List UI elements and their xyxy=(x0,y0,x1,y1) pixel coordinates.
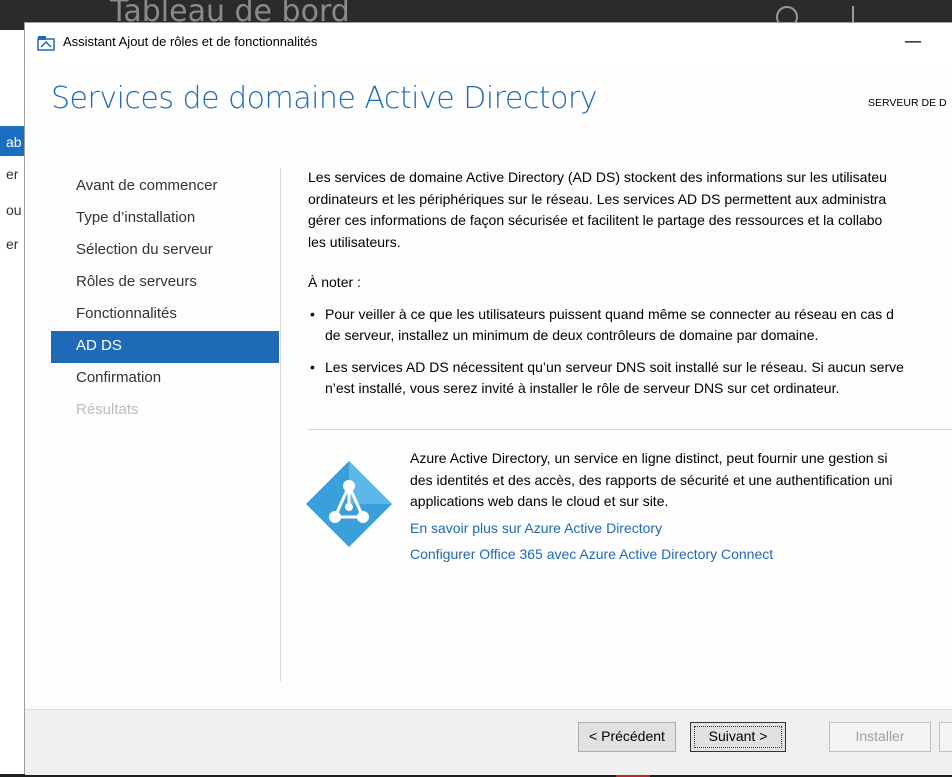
note-label: À noter : xyxy=(308,274,361,290)
intro-line: les utilisateurs. xyxy=(308,233,401,250)
bullet-line: Les services AD DS nécessitent qu’un ser… xyxy=(325,358,904,375)
azure-line: des identités et des accès, des rapports… xyxy=(410,471,893,488)
nav-item-ad-ds[interactable]: AD DS xyxy=(51,331,279,363)
install-button[interactable]: Installer xyxy=(829,722,931,752)
learn-more-azure-link[interactable]: En savoir plus sur Azure Active Director… xyxy=(410,518,952,540)
background-left-text: er xyxy=(6,166,19,182)
intro-line: gérer ces informations de façon sécurisé… xyxy=(308,212,883,228)
previous-button[interactable]: < Précédent xyxy=(578,722,676,752)
configure-office365-link[interactable]: Configurer Office 365 avec Azure Active … xyxy=(410,544,952,566)
wizard-window: Assistant Ajout de rôles et de fonctionn… xyxy=(24,22,952,775)
bullet-line: n’est installé, vous serez invité à inst… xyxy=(325,380,840,396)
nav-item-server-selection[interactable]: Sélection du serveur xyxy=(51,235,279,267)
previous-button-label: < Précédent xyxy=(589,728,665,744)
vertical-divider xyxy=(280,168,281,681)
intro-line: ordinateurs et les périphériques sur le … xyxy=(308,190,887,207)
install-button-label: Installer xyxy=(855,728,905,744)
background-left-text: ab xyxy=(6,134,22,150)
background-left-text: ou xyxy=(6,202,22,218)
note-bullet: Pour veiller à ce que les utilisateurs p… xyxy=(308,304,952,347)
minimize-icon: — xyxy=(904,31,922,52)
cancel-button-partial[interactable] xyxy=(939,722,952,752)
background-left-text: er xyxy=(6,236,19,252)
destination-server: SERVEUR DE D xyxy=(868,97,947,109)
window-title: Assistant Ajout de rôles et de fonctionn… xyxy=(63,34,318,49)
intro-line: Les services de domaine Active Directory… xyxy=(308,169,887,185)
nav-item-installation-type[interactable]: Type d’installation xyxy=(51,203,279,235)
main-panel: Les services de domaine Active Directory… xyxy=(308,167,952,400)
bullet-line: de serveur, installez un minimum de deux… xyxy=(325,327,819,343)
bullet-line: Pour veiller à ce que les utilisateurs p… xyxy=(325,305,894,322)
window-titlebar: Assistant Ajout de rôles et de fonctionn… xyxy=(25,23,952,65)
azure-line: applications web dans le cloud et sur si… xyxy=(410,493,669,509)
page-title: Services de domaine Active Directory xyxy=(51,81,598,116)
background-left-panel: ab er ou er xyxy=(0,30,24,774)
nav-item-before-you-begin[interactable]: Avant de commencer xyxy=(51,171,279,203)
nav-item-server-roles[interactable]: Rôles de serveurs xyxy=(51,267,279,299)
azure-active-directory-icon xyxy=(306,461,392,547)
wizard-footer xyxy=(25,709,952,775)
nav-item-features[interactable]: Fonctionnalités xyxy=(51,299,279,331)
wizard-nav: Avant de commencer Type d’installation S… xyxy=(51,171,279,427)
horizontal-divider xyxy=(308,429,952,430)
focus-rectangle xyxy=(694,726,782,748)
nav-item-confirmation[interactable]: Confirmation xyxy=(51,363,279,395)
azure-line: Azure Active Directory, un service en li… xyxy=(410,450,888,466)
minimize-button[interactable]: — xyxy=(893,29,933,59)
next-button[interactable]: Suivant > xyxy=(690,722,786,752)
server-manager-icon xyxy=(37,36,55,51)
azure-info: Azure Active Directory, un service en li… xyxy=(410,448,952,566)
note-bullet: Les services AD DS nécessitent qu’un ser… xyxy=(308,357,952,400)
nav-item-results: Résultats xyxy=(76,401,139,418)
